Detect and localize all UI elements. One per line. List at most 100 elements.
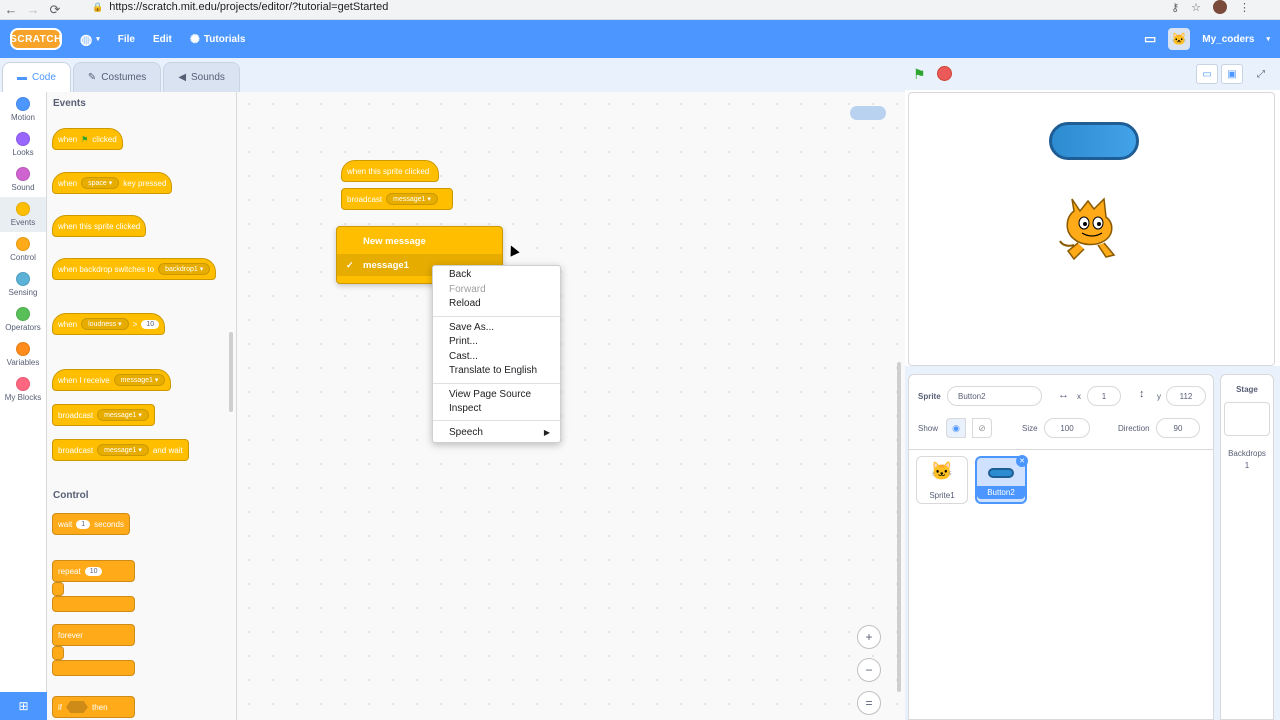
size-input[interactable]: 100 xyxy=(1044,418,1090,438)
ctx-save-as[interactable]: Save As... xyxy=(449,321,494,335)
backdrop-dropdown[interactable]: backdrop1 ▾ xyxy=(158,263,211,275)
chevron-down-icon[interactable]: ▾ xyxy=(1266,35,1270,43)
ctx-view-source[interactable]: View Page Source xyxy=(449,388,531,402)
y-arrows-icon: ↕ xyxy=(1139,388,1145,400)
broadcast-and-wait-block[interactable]: broadcast message1 ▾ and wait xyxy=(52,439,189,461)
message-dropdown[interactable]: message1 ▾ xyxy=(97,444,149,456)
direction-label: Direction xyxy=(1118,424,1150,433)
small-stage-button[interactable]: ▭ xyxy=(1196,64,1218,84)
wait-block[interactable]: wait 1 seconds xyxy=(52,513,130,535)
category-sound[interactable]: Sound xyxy=(0,162,46,197)
script-message-dropdown[interactable]: message1 ▾ xyxy=(386,193,438,205)
folder-icon[interactable]: ▭ xyxy=(1144,31,1156,47)
username[interactable]: My_coders xyxy=(1202,34,1254,45)
repeat-input[interactable]: 10 xyxy=(84,566,103,576)
sprite-thumb-button2[interactable]: ✕ Button2 xyxy=(975,455,1028,504)
profile-avatar[interactable] xyxy=(1213,0,1227,14)
edit-menu[interactable]: Edit xyxy=(153,34,172,45)
star-icon[interactable]: ☆ xyxy=(1191,1,1201,14)
forever-block[interactable]: forever xyxy=(52,624,135,646)
loudness-input[interactable]: 10 xyxy=(141,319,160,329)
user-avatar[interactable]: 🐱 xyxy=(1168,28,1191,50)
direction-input[interactable]: 90 xyxy=(1156,418,1200,438)
y-input[interactable]: 112 xyxy=(1166,386,1206,406)
sprite-thumb-sprite1[interactable]: 🐱 Sprite1 xyxy=(916,456,968,504)
message-dropdown[interactable]: message1 ▾ xyxy=(113,374,166,386)
script-broadcast-block[interactable]: broadcast message1 ▾ xyxy=(341,188,453,210)
button2-sprite[interactable] xyxy=(1049,122,1139,160)
category-events[interactable]: Events xyxy=(0,197,46,232)
when-flag-clicked-block[interactable]: when ⚑ clicked xyxy=(52,128,123,150)
code-workspace[interactable]: when this sprite clicked broadcast messa… xyxy=(237,92,905,720)
stop-sign-icon[interactable] xyxy=(937,66,952,81)
address-bar[interactable]: 🔒 https://scratch.mit.edu/projects/edito… xyxy=(92,0,388,14)
if-then-block[interactable]: if then xyxy=(52,696,135,718)
delete-sprite-icon[interactable]: ✕ xyxy=(1016,455,1028,467)
category-my-blocks[interactable]: My Blocks xyxy=(0,372,46,407)
workspace-scrollbar[interactable] xyxy=(897,362,901,692)
stage[interactable] xyxy=(908,92,1275,366)
zoom-in-button[interactable]: + xyxy=(857,625,881,649)
variables-dot xyxy=(16,342,30,356)
loudness-dropdown[interactable]: loudness ▾ xyxy=(81,318,129,330)
forward-icon[interactable]: → xyxy=(22,2,44,17)
lightbulb-icon: ✺ xyxy=(189,32,200,46)
fullscreen-button[interactable]: ⤢ xyxy=(1250,64,1272,84)
zoom-out-button[interactable]: − xyxy=(857,658,881,682)
kebab-menu-icon[interactable]: ⋮ xyxy=(1239,1,1250,14)
forever-c-arm xyxy=(52,646,64,660)
category-looks[interactable]: Looks xyxy=(0,127,46,162)
message-dropdown[interactable]: message1 ▾ xyxy=(97,409,149,421)
add-extension-button[interactable]: ⊞ xyxy=(0,692,47,720)
ctx-print[interactable]: Print... xyxy=(449,335,478,349)
category-control[interactable]: Control xyxy=(0,232,46,267)
block-text: forever xyxy=(58,630,83,640)
green-flag-icon[interactable]: ⚑ xyxy=(913,66,926,83)
scratch-logo[interactable]: SCRATCH xyxy=(10,28,62,50)
cat-sprite[interactable] xyxy=(1054,189,1134,269)
boolean-slot[interactable] xyxy=(66,701,88,713)
ctx-separator xyxy=(433,383,560,384)
new-message-option[interactable]: New message xyxy=(337,230,502,252)
stage-selector[interactable]: Stage Backdrops 1 xyxy=(1220,374,1274,720)
ctx-speech[interactable]: Speech xyxy=(449,426,483,440)
zoom-reset-button[interactable]: = xyxy=(857,691,881,715)
ctx-separator xyxy=(433,316,560,317)
ctx-reload[interactable]: Reload xyxy=(449,297,481,311)
ctx-cast[interactable]: Cast... xyxy=(449,350,478,364)
palette-scrollbar[interactable] xyxy=(229,332,233,412)
tab-sounds[interactable]: ◀ Sounds xyxy=(163,62,240,92)
ctx-translate[interactable]: Translate to English xyxy=(449,364,537,378)
tab-code[interactable]: ▬ Code xyxy=(2,62,71,92)
when-backdrop-switches-block[interactable]: when backdrop switches to backdrop1 ▾ xyxy=(52,258,217,280)
language-menu[interactable]: ◍ ▾ xyxy=(80,31,100,48)
ctx-inspect[interactable]: Inspect xyxy=(449,402,481,416)
when-key-pressed-block[interactable]: when space ▾ key pressed xyxy=(52,172,173,194)
tutorials-button[interactable]: ✺ Tutorials xyxy=(190,32,246,46)
key-icon[interactable]: ⚷ xyxy=(1171,1,1179,14)
reload-icon[interactable]: ⟳ xyxy=(44,2,66,18)
broadcast-block[interactable]: broadcast message1 ▾ xyxy=(52,404,155,426)
tab-label: Sounds xyxy=(191,72,225,83)
file-menu[interactable]: File xyxy=(118,34,135,45)
script-when-sprite-clicked[interactable]: when this sprite clicked xyxy=(341,160,439,182)
ctx-back[interactable]: Back xyxy=(449,268,471,282)
tab-costumes[interactable]: ✎ Costumes xyxy=(72,62,162,92)
when-i-receive-block[interactable]: when I receive message1 ▾ xyxy=(52,369,172,391)
sprite-name-input[interactable]: Button2 xyxy=(947,386,1042,406)
key-dropdown[interactable]: space ▾ xyxy=(81,177,120,189)
repeat-block[interactable]: repeat 10 xyxy=(52,560,135,582)
category-operators[interactable]: Operators xyxy=(0,302,46,337)
when-sprite-clicked-block[interactable]: when this sprite clicked xyxy=(52,215,147,237)
large-stage-button[interactable]: ▣ xyxy=(1221,64,1243,84)
when-loudness-block[interactable]: when loudness ▾ > 10 xyxy=(52,313,166,335)
x-input[interactable]: 1 xyxy=(1087,386,1121,406)
operators-dot xyxy=(16,307,30,321)
wait-input[interactable]: 1 xyxy=(76,519,91,529)
show-hidden-button[interactable]: ⊘ xyxy=(972,418,992,438)
category-sensing[interactable]: Sensing xyxy=(0,267,46,302)
category-variables[interactable]: Variables xyxy=(0,337,46,372)
show-visible-button[interactable]: ◉ xyxy=(946,418,966,438)
back-icon[interactable]: ← xyxy=(0,2,22,17)
category-motion[interactable]: Motion xyxy=(0,92,46,127)
